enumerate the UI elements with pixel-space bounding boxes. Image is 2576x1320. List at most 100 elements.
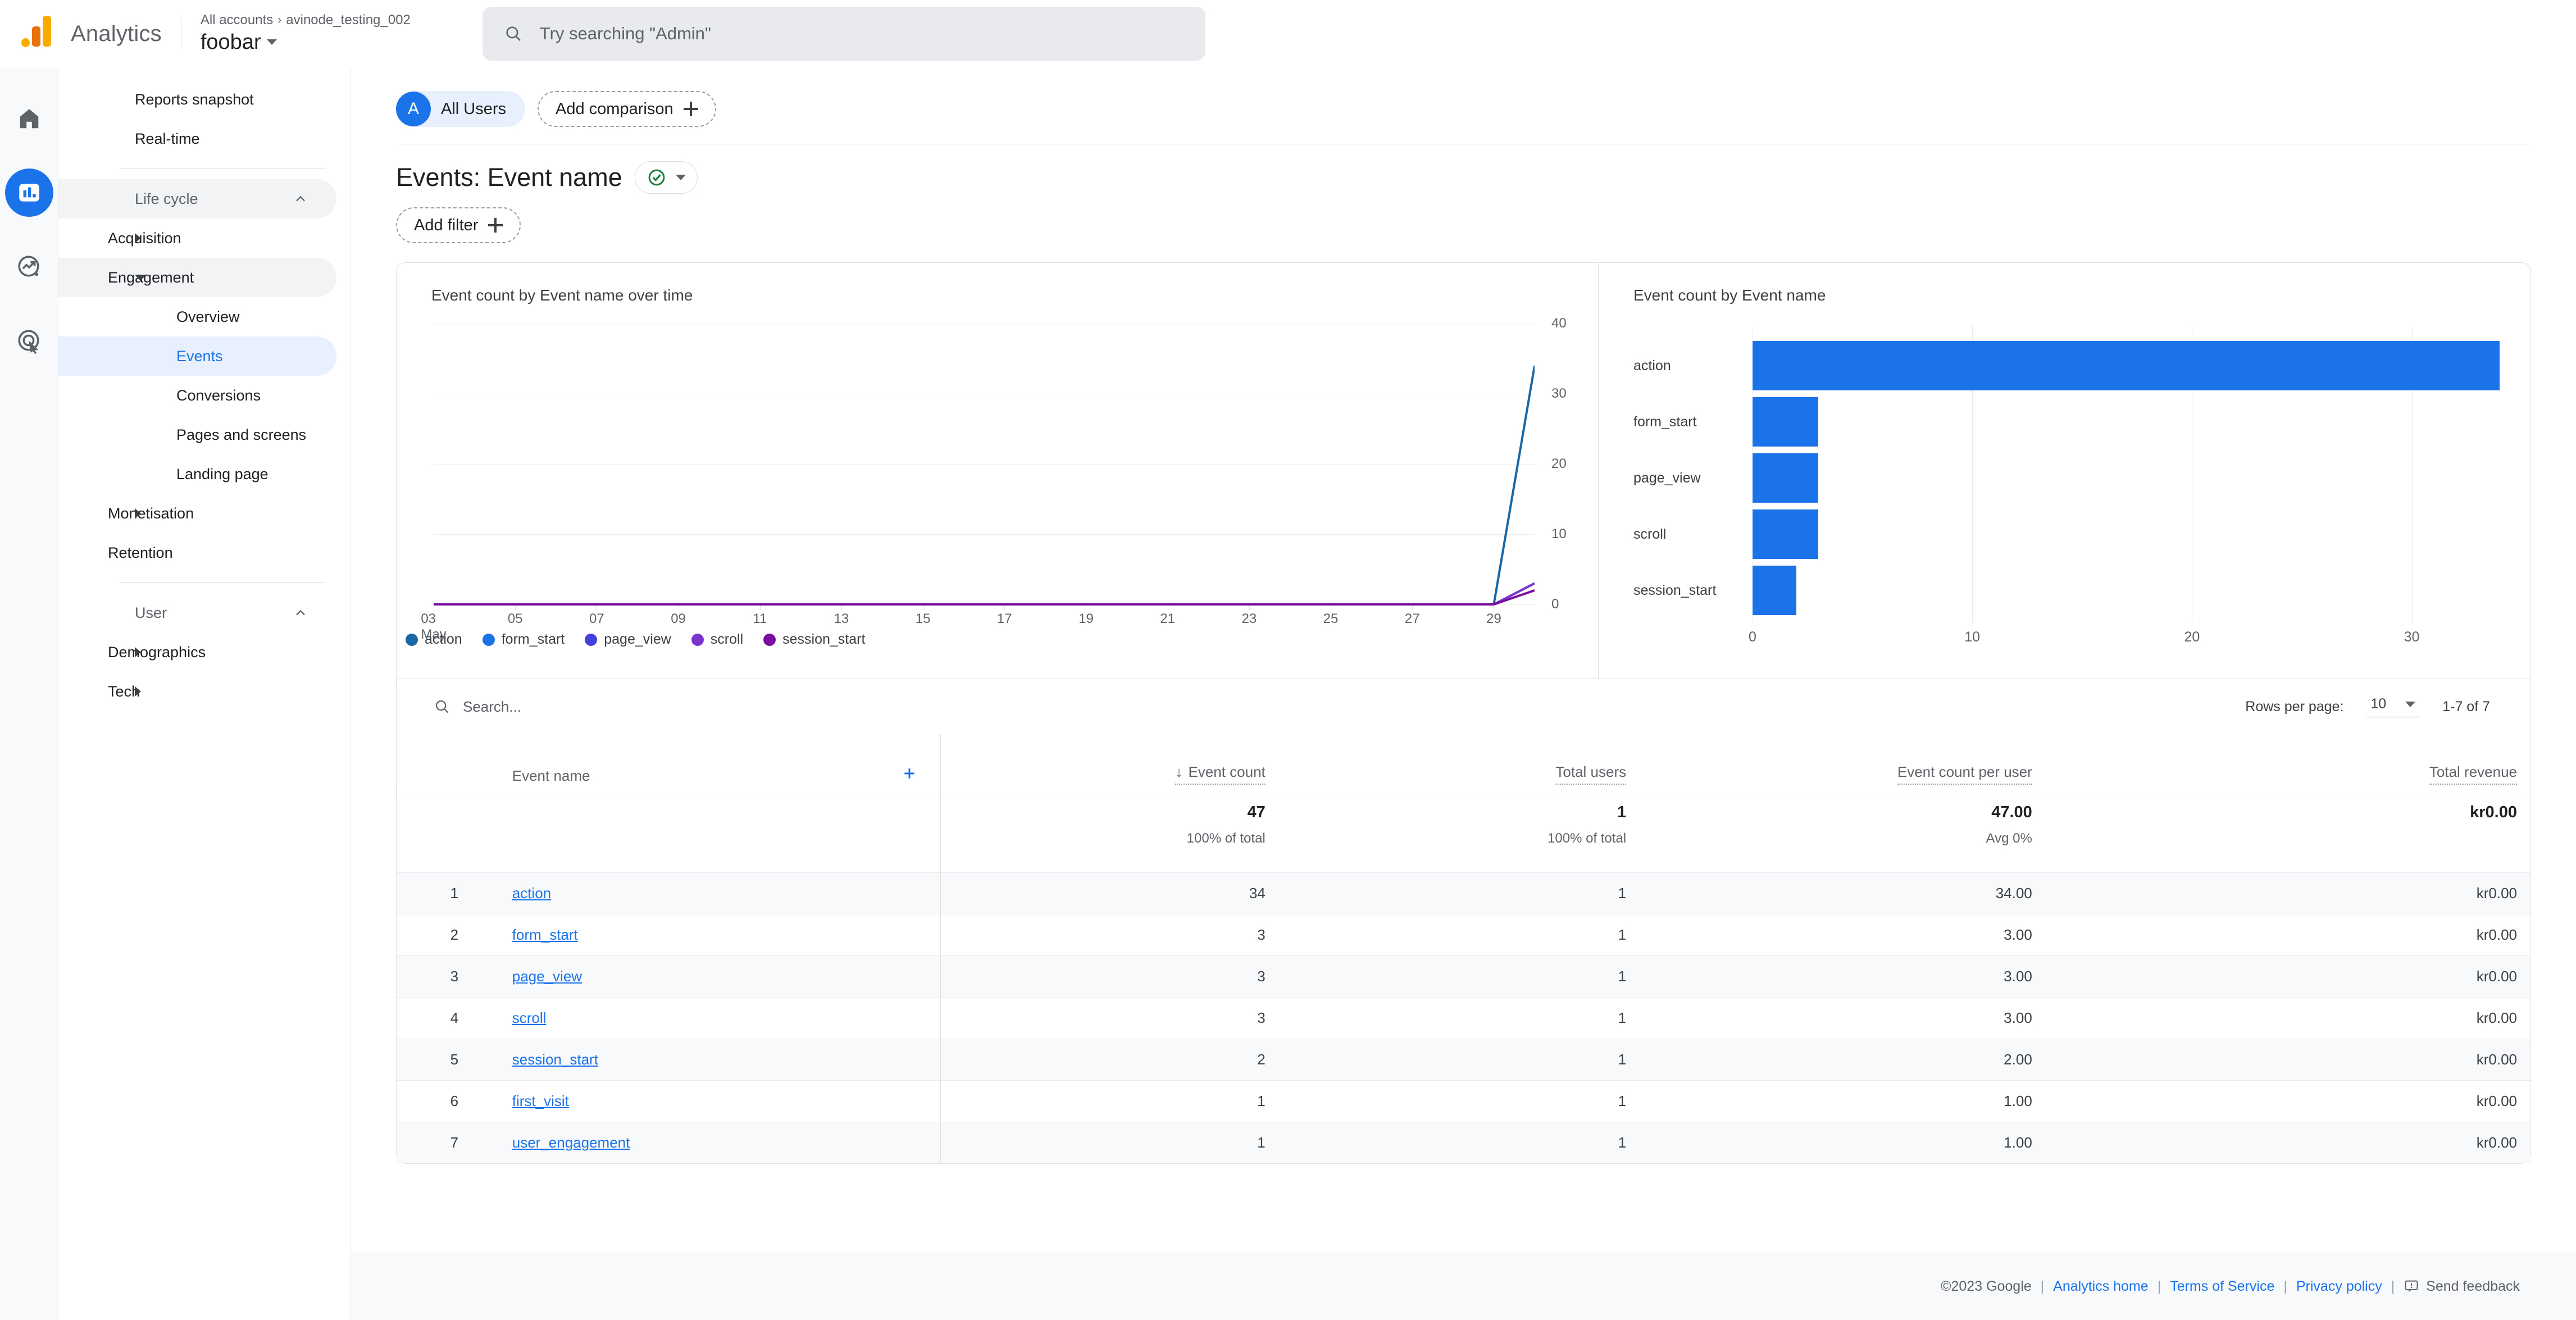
- top-bar: Analytics All accounts › avinode_testing…: [0, 0, 2576, 67]
- sidebar-item-conversions[interactable]: Conversions: [58, 376, 336, 415]
- event-name-link[interactable]: form_start: [512, 926, 578, 943]
- rows-per-page-select[interactable]: 10: [2366, 696, 2420, 717]
- cell-event-name: page_view: [512, 955, 941, 997]
- cell-event-count-per-user: 2.00: [2004, 1050, 2032, 1068]
- check-circle-icon: [648, 169, 665, 186]
- breadcrumb-all-accounts[interactable]: All accounts: [201, 12, 273, 29]
- y-axis-tick-label: 30: [1551, 386, 1567, 401]
- bar-row[interactable]: session_start: [1633, 563, 1797, 618]
- totals-event-count-per-user: 47.00 Avg 0%: [1640, 794, 2046, 872]
- sidebar-group-life-cycle[interactable]: Life cycle: [58, 179, 336, 219]
- table-row[interactable]: 5 session_start 2 1 2.00 kr0.00: [397, 1039, 2531, 1080]
- bar-row[interactable]: scroll: [1633, 507, 1819, 562]
- bar-row[interactable]: action: [1633, 338, 2500, 393]
- event-name-link[interactable]: scroll: [512, 1009, 547, 1026]
- legend-item-scroll[interactable]: scroll: [691, 631, 743, 648]
- sidebar-item-retention[interactable]: Retention: [58, 533, 336, 572]
- all-users-chip[interactable]: A All Users: [396, 91, 526, 127]
- sidebar-item-engagement[interactable]: Engagement: [58, 258, 336, 297]
- plus-icon: [904, 768, 914, 779]
- property-name[interactable]: foobar: [201, 29, 411, 56]
- legend-item-form_start[interactable]: form_start: [482, 631, 565, 648]
- legend-color-dot: [763, 633, 776, 646]
- event-name-link[interactable]: page_view: [512, 968, 582, 985]
- add-comparison-button[interactable]: Add comparison: [538, 91, 716, 127]
- sidebar-item-reports-snapshot[interactable]: Reports snapshot: [58, 80, 336, 119]
- send-feedback-button[interactable]: Send feedback: [2404, 1278, 2520, 1295]
- bar-session_start[interactable]: [1753, 566, 1797, 615]
- table-search-input[interactable]: Search...: [434, 698, 521, 716]
- cell-event-count-per-user: 1.00: [2004, 1092, 2032, 1109]
- table-row[interactable]: 7 user_engagement 1 1 1.00 kr0.00: [397, 1122, 2531, 1163]
- table-row[interactable]: 4 scroll 3 1 3.00 kr0.00: [397, 997, 2531, 1039]
- sidebar-group-user[interactable]: User: [58, 593, 336, 632]
- table-row[interactable]: 3 page_view 3 1 3.00 kr0.00: [397, 955, 2531, 997]
- sidebar-item-events[interactable]: Events: [58, 336, 336, 376]
- legend-item-session_start[interactable]: session_start: [763, 631, 865, 648]
- table-totals-row: 47 100% of total 1 100% of total 47.00 A…: [397, 794, 2531, 872]
- legend-color-dot: [585, 633, 598, 646]
- add-filter-button[interactable]: Add filter: [396, 207, 521, 243]
- bar-form_start[interactable]: [1753, 397, 1819, 447]
- rail-item-advertising[interactable]: [5, 317, 53, 365]
- sidebar-item-landing-page[interactable]: Landing page: [58, 454, 336, 494]
- page-title: Events: Event name: [396, 163, 622, 192]
- sidebar-item-demographics[interactable]: Demographics: [58, 632, 336, 672]
- th-total-users[interactable]: Total users: [1279, 734, 1640, 794]
- sidebar-item-monetisation[interactable]: Monetisation: [58, 494, 336, 533]
- sidebar-item-label: Demographics: [108, 643, 206, 661]
- search-input[interactable]: Try searching "Admin": [482, 7, 1205, 61]
- footer: ©2023 Google | Analytics home | Terms of…: [351, 1253, 2576, 1320]
- bar-row[interactable]: page_view: [1633, 450, 1819, 506]
- line-chart-plot[interactable]: 0 10 20 30 40 03 May 05 07 09 11 13 15 17 19 21 23 25 27 29: [421, 316, 1581, 672]
- th-total-revenue[interactable]: Total revenue: [2046, 734, 2531, 794]
- bar-action[interactable]: [1753, 341, 2500, 390]
- table-row[interactable]: 6 first_visit 1 1 1.00 kr0.00: [397, 1080, 2531, 1122]
- events-table-container: Search... Rows per page: 10 1-7 of 7 Eve: [396, 679, 2531, 1164]
- event-name-link[interactable]: user_engagement: [512, 1134, 630, 1151]
- cell-total-users: 1: [1618, 1050, 1627, 1068]
- sidebar-item-pages-and-screens[interactable]: Pages and screens: [58, 415, 336, 454]
- cell-event-count: 34: [1249, 884, 1266, 902]
- x-axis-tick-label: 25: [1323, 611, 1339, 626]
- breadcrumb-account[interactable]: avinode_testing_002: [286, 12, 411, 29]
- table-row[interactable]: 2 form_start 3 1 3.00 kr0.00: [397, 914, 2531, 955]
- th-event-count-per-user[interactable]: Event count per user: [1640, 734, 2046, 794]
- cell-index: 4: [450, 1009, 459, 1026]
- th-event-count[interactable]: ↓ Event count: [941, 734, 1279, 794]
- legend-item-action[interactable]: action: [406, 631, 462, 648]
- event-name-link[interactable]: session_start: [512, 1051, 598, 1068]
- footer-link-terms[interactable]: Terms of Service: [2170, 1278, 2274, 1295]
- cell-index: 1: [450, 884, 459, 902]
- th-event-name[interactable]: Event name: [512, 734, 941, 794]
- chevron-down-icon: [2405, 701, 2416, 707]
- table-row[interactable]: 1 action 34 1 34.00 kr0.00: [397, 872, 2531, 914]
- rail-item-reports[interactable]: [4, 169, 53, 217]
- sidebar-item-real-time[interactable]: Real-time: [58, 119, 336, 158]
- event-name-link[interactable]: action: [512, 885, 551, 902]
- rail-item-explore[interactable]: [5, 243, 53, 291]
- cell-event-count: 3: [1257, 1009, 1266, 1026]
- bar-page_view[interactable]: [1753, 453, 1819, 503]
- totals-name: [512, 794, 941, 872]
- breadcrumb-chevron-icon: ›: [277, 13, 282, 26]
- rail-item-home[interactable]: [5, 94, 53, 143]
- legend-item-page_view[interactable]: page_view: [585, 631, 671, 648]
- sidebar-item-tech[interactable]: Tech: [58, 672, 336, 711]
- footer-link-privacy[interactable]: Privacy policy: [2296, 1278, 2382, 1295]
- sidebar-item-overview[interactable]: Overview: [58, 297, 336, 336]
- footer-link-analytics-home[interactable]: Analytics home: [2053, 1278, 2149, 1295]
- cell-total-revenue: kr0.00: [2476, 884, 2517, 902]
- bar-scroll[interactable]: [1753, 509, 1819, 559]
- bar-chart-plot[interactable]: 0 10 20 30 action form_start page_view scroll se…: [1633, 326, 2510, 663]
- report-status-dropdown[interactable]: [634, 161, 698, 194]
- add-dimension-button[interactable]: [901, 765, 918, 786]
- account-selector[interactable]: All accounts › avinode_testing_002 fooba…: [201, 12, 411, 56]
- x-axis-tick-label: 13: [834, 611, 849, 626]
- cell-event-count-per-user: 3.00: [2004, 926, 2032, 943]
- bar-row[interactable]: form_start: [1633, 394, 1819, 449]
- line-series-group: [434, 365, 1535, 606]
- event-name-link[interactable]: first_visit: [512, 1093, 569, 1109]
- x-axis-tick-label: 21: [1160, 611, 1176, 626]
- sidebar-item-acquisition[interactable]: Acquisition: [58, 219, 336, 258]
